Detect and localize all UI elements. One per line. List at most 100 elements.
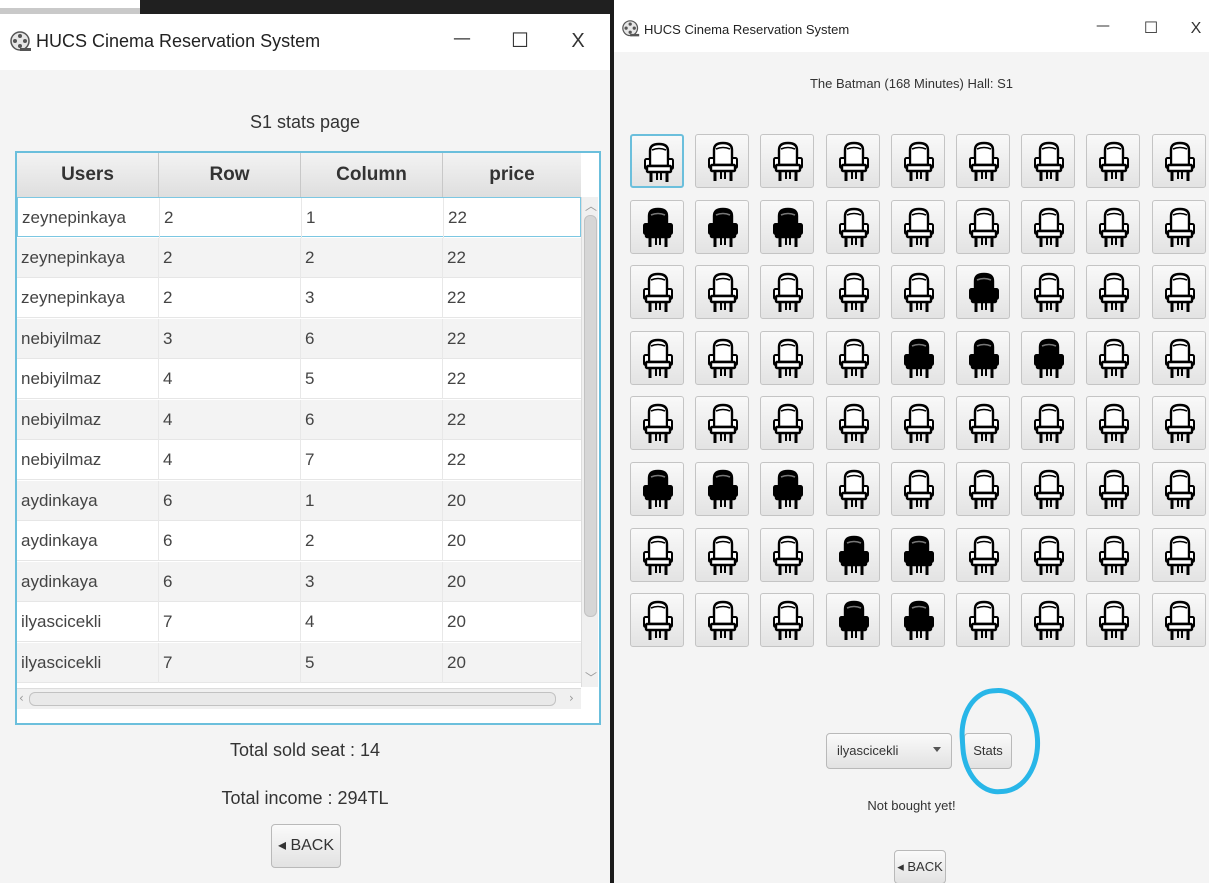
title-bar[interactable]: HUCS Cinema Reservation System — ☐ X	[614, 8, 1209, 52]
seat-button-available[interactable]	[1021, 527, 1076, 582]
seat-button-available[interactable]	[1151, 199, 1206, 254]
seat-button-available[interactable]	[1021, 593, 1076, 648]
minimize-button[interactable]: —	[450, 28, 474, 49]
seat-button-available[interactable]	[1086, 396, 1141, 451]
seat-button-available[interactable]	[760, 593, 815, 648]
seat-button-available[interactable]	[1086, 330, 1141, 385]
seat-button-occupied[interactable]	[630, 199, 684, 254]
seat-button-available[interactable]	[1086, 265, 1141, 320]
seat-button-available[interactable]	[1021, 199, 1076, 254]
seat-button-available[interactable]	[1151, 330, 1206, 385]
table-row[interactable]: nebiyilmaz 3 6 22	[17, 318, 581, 359]
seat-button-available[interactable]	[760, 134, 815, 188]
seat-button-occupied[interactable]	[890, 593, 945, 648]
seat-button-available[interactable]	[890, 134, 945, 188]
seat-button-occupied[interactable]	[825, 527, 880, 582]
seat-button-available[interactable]	[1021, 396, 1076, 451]
seat-button-occupied[interactable]	[760, 199, 815, 254]
seat-button-available[interactable]	[1151, 462, 1206, 516]
maximize-button[interactable]: ☐	[508, 28, 532, 52]
table-row[interactable]: ilyascicekli 7 5 20	[17, 642, 581, 683]
seat-button-available[interactable]	[890, 265, 945, 320]
column-header-users[interactable]: Users	[17, 153, 159, 197]
seat-button-available[interactable]	[695, 134, 750, 188]
table-row[interactable]: nebiyilmaz 4 6 22	[17, 399, 581, 440]
table-row[interactable]: ilyascicekli 7 4 20	[17, 602, 581, 642]
table-row[interactable]: aydinkaya 6 3 20	[17, 561, 581, 602]
seat-button-available[interactable]	[630, 134, 684, 188]
seat-button-available[interactable]	[695, 265, 750, 320]
seat-button-available[interactable]	[825, 462, 880, 516]
seat-button-available[interactable]	[760, 396, 815, 451]
title-bar[interactable]: HUCS Cinema Reservation System — ☐ X	[0, 14, 610, 70]
seat-button-available[interactable]	[1151, 593, 1206, 648]
minimize-button[interactable]: —	[1092, 18, 1114, 34]
seat-button-available[interactable]	[956, 134, 1010, 188]
scroll-right-icon[interactable]: ›	[569, 691, 574, 705]
back-button[interactable]: ◂ BACK	[271, 824, 341, 868]
seat-button-available[interactable]	[825, 199, 880, 254]
table-row[interactable]: zeynepinkaya 2 3 22	[17, 278, 581, 318]
table-row[interactable]: aydinkaya 6 2 20	[17, 521, 581, 561]
seat-button-available[interactable]	[825, 396, 880, 451]
seat-button-available[interactable]	[630, 330, 684, 385]
seat-button-available[interactable]	[1021, 462, 1076, 516]
seat-button-available[interactable]	[890, 462, 945, 516]
vertical-scrollbar[interactable]: ︿ ﹀	[581, 197, 598, 687]
seat-button-available[interactable]	[695, 527, 750, 582]
seat-button-occupied[interactable]	[890, 527, 945, 582]
column-header-row[interactable]: Row	[159, 153, 301, 197]
seat-button-available[interactable]	[956, 396, 1010, 451]
seat-button-occupied[interactable]	[825, 593, 880, 648]
seat-button-occupied[interactable]	[695, 199, 750, 254]
seat-button-available[interactable]	[825, 330, 880, 385]
vertical-scroll-thumb[interactable]	[584, 215, 597, 617]
seat-button-available[interactable]	[1086, 134, 1141, 188]
seat-button-available[interactable]	[630, 265, 684, 320]
seat-button-occupied[interactable]	[695, 462, 750, 516]
seat-button-available[interactable]	[890, 396, 945, 451]
reservations-table[interactable]: Users Row Column price zeynepinkaya 2 1 22 z…	[15, 151, 601, 725]
column-header-column[interactable]: Column	[301, 153, 443, 197]
seat-button-available[interactable]	[890, 199, 945, 254]
seat-button-available[interactable]	[1151, 396, 1206, 451]
seat-button-available[interactable]	[1021, 134, 1076, 188]
seat-button-available[interactable]	[1151, 134, 1206, 188]
seat-button-available[interactable]	[695, 396, 750, 451]
seat-button-available[interactable]	[1151, 265, 1206, 320]
seat-button-occupied[interactable]	[956, 330, 1010, 385]
maximize-button[interactable]: ☐	[1140, 18, 1162, 37]
seat-button-available[interactable]	[630, 593, 684, 648]
table-row[interactable]: nebiyilmaz 4 7 22	[17, 440, 581, 480]
seat-button-available[interactable]	[760, 265, 815, 320]
seat-button-available[interactable]	[1021, 265, 1076, 320]
column-header-price[interactable]: price	[443, 153, 581, 197]
seat-button-available[interactable]	[695, 330, 750, 385]
close-button[interactable]: X	[566, 30, 590, 53]
seat-button-available[interactable]	[1086, 462, 1141, 516]
seat-button-occupied[interactable]	[890, 330, 945, 385]
scroll-up-icon[interactable]: ︿	[585, 197, 597, 214]
seat-button-available[interactable]	[1086, 199, 1141, 254]
seat-button-available[interactable]	[695, 593, 750, 648]
horizontal-scrollbar[interactable]: ‹ ›	[17, 688, 581, 709]
horizontal-scroll-thumb[interactable]	[29, 692, 556, 706]
seat-button-available[interactable]	[956, 527, 1010, 582]
seat-button-available[interactable]	[1151, 527, 1206, 582]
scroll-down-icon[interactable]: ﹀	[585, 669, 597, 686]
table-row[interactable]: nebiyilmaz 4 5 22	[17, 359, 581, 399]
seat-button-available[interactable]	[760, 330, 815, 385]
close-button[interactable]: X	[1186, 20, 1206, 38]
seat-button-available[interactable]	[956, 199, 1010, 254]
scroll-left-icon[interactable]: ‹	[19, 691, 24, 705]
seat-button-occupied[interactable]	[1021, 330, 1076, 385]
table-row[interactable]: zeynepinkaya 2 1 22	[17, 197, 581, 238]
seat-button-available[interactable]	[825, 265, 880, 320]
table-row[interactable]: aydinkaya 6 1 20	[17, 480, 581, 521]
seat-button-available[interactable]	[630, 527, 684, 582]
seat-button-available[interactable]	[956, 593, 1010, 648]
seat-button-available[interactable]	[1086, 527, 1141, 582]
seat-button-available[interactable]	[1086, 593, 1141, 648]
seat-button-available[interactable]	[630, 396, 684, 451]
seat-button-occupied[interactable]	[760, 462, 815, 516]
